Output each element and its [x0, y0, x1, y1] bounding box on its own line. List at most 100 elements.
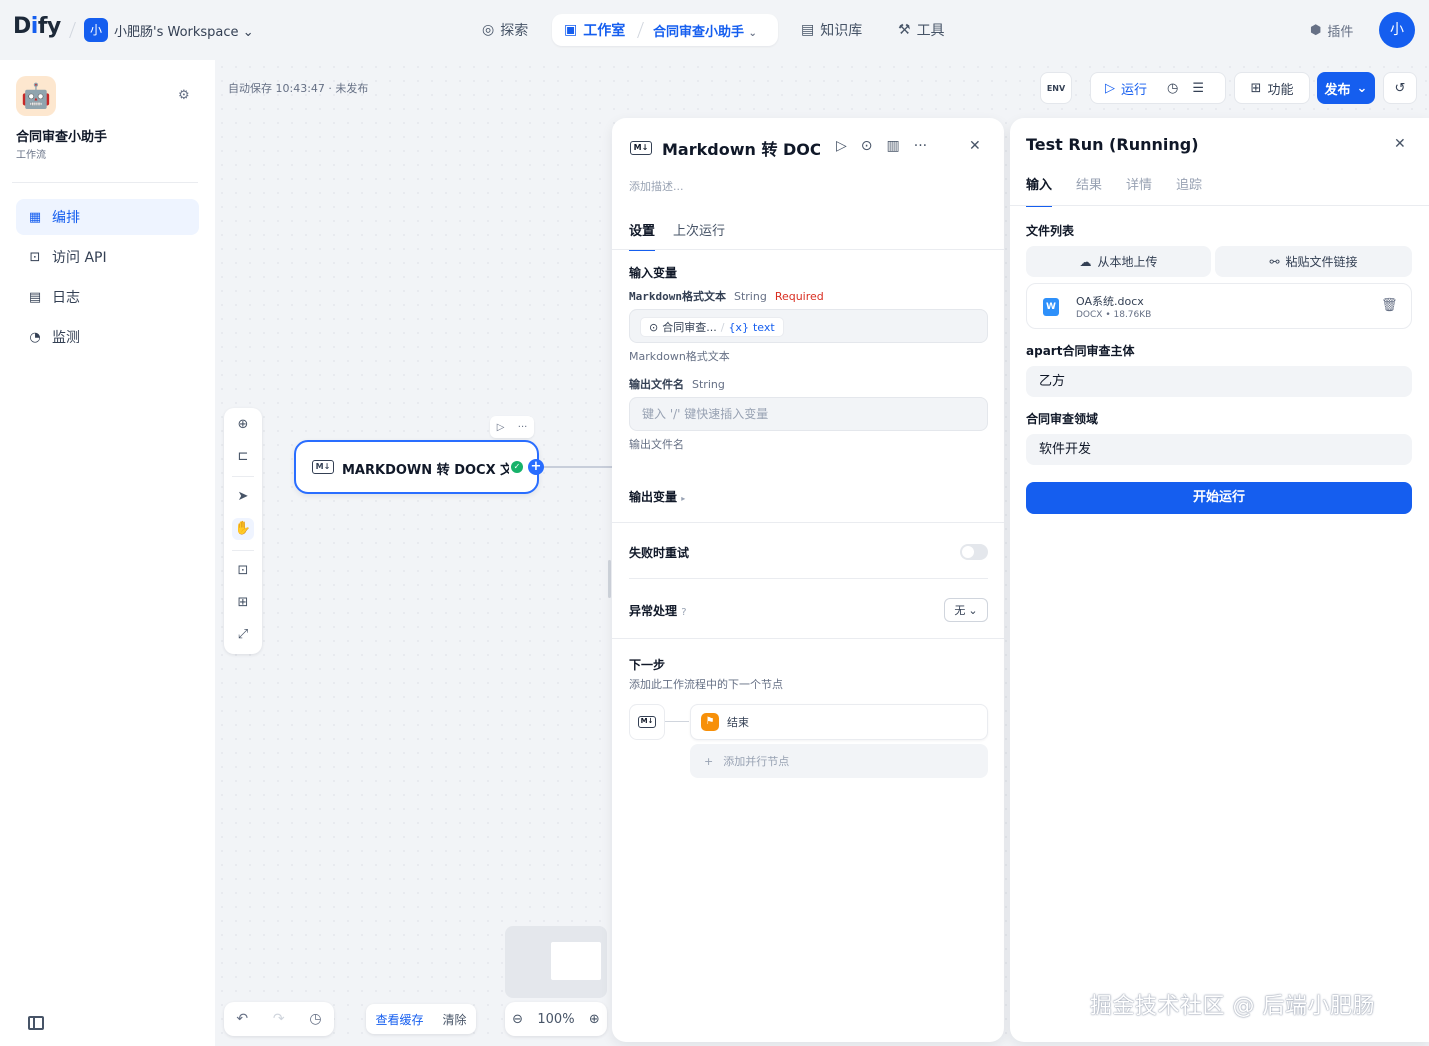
features-button[interactable]: ⊞ 功能	[1234, 72, 1310, 104]
zoom-in-icon[interactable]: ⊕	[589, 1012, 600, 1027]
grid-icon: ⊞	[1250, 80, 1262, 96]
paste-link-button[interactable]: ⚯ 粘贴文件链接	[1215, 246, 1412, 277]
redo-icon[interactable]: ↷	[273, 1011, 285, 1027]
sidebar-item-logs[interactable]: ▤ 日志	[16, 279, 199, 315]
zoom-level[interactable]: 100%	[537, 1012, 574, 1027]
plugins-button[interactable]: ⬢ 插件	[1310, 21, 1353, 40]
minimap[interactable]	[505, 926, 607, 998]
zoom-controls: ⊖ 100% ⊕	[505, 1002, 607, 1036]
sidebar-collapse-icon[interactable]	[28, 1016, 44, 1030]
trash-icon[interactable]: 🗑	[1381, 298, 1398, 313]
retry-toggle[interactable]	[960, 544, 988, 560]
test-run-panel: Test Run (Running) ✕ 输入 结果 详情 追踪 文件列表 ☁ 从…	[1010, 118, 1429, 1042]
version-history-icon[interactable]: ↺	[1383, 72, 1417, 104]
history-check-icon[interactable]: ◷	[1167, 81, 1178, 96]
plus-icon: +	[704, 754, 714, 768]
party-input[interactable]: 乙方	[1026, 366, 1412, 397]
tab-settings[interactable]: 设置	[629, 220, 656, 251]
nav-knowledge[interactable]: ▤ 知识库	[801, 20, 862, 40]
publish-button[interactable]: 发布 ⌄	[1317, 72, 1375, 104]
markdown-var-input[interactable]: ⊙ 合同审查... / {x} text	[629, 309, 988, 343]
play-icon[interactable]: ▷	[497, 422, 505, 433]
domain-input[interactable]: 软件开发	[1026, 434, 1412, 465]
tab-last-run[interactable]: 上次运行	[673, 220, 725, 251]
chevron-down-icon: ⌄	[968, 603, 978, 617]
sidebar-item-orchestrate[interactable]: ▦ 编排	[16, 199, 199, 235]
more-icon[interactable]: ···	[914, 138, 927, 154]
domain-label: 合同审查领域	[1026, 412, 1099, 426]
upload-local-button[interactable]: ☁ 从本地上传	[1026, 246, 1211, 277]
clear-cache-button[interactable]: 清除	[442, 1011, 466, 1028]
undo-icon[interactable]: ↶	[236, 1011, 248, 1027]
output-vars-toggle[interactable]: 输出变量 ▸	[629, 488, 685, 505]
nav-explore[interactable]: ◎ 探索	[482, 20, 528, 40]
file-list-label: 文件列表	[1026, 224, 1075, 238]
word-file-icon: W	[1043, 298, 1059, 316]
error-handling-label: 异常处理 ?	[629, 604, 687, 618]
nav-app-switcher[interactable]: 合同审查小助手 ⌄	[653, 21, 757, 40]
run-toolbar: ▷ 运行 ◷ ☰	[1090, 72, 1226, 104]
next-step-desc: 添加此工作流程中的下一个节点	[629, 678, 783, 691]
tab-result[interactable]: 结果	[1076, 174, 1102, 207]
description-input[interactable]: 添加描述...	[629, 178, 684, 194]
play-icon[interactable]: ▷	[836, 138, 847, 154]
settings-sliders-icon[interactable]: ⚙	[178, 88, 190, 103]
more-icon[interactable]: ···	[518, 422, 528, 433]
minimap-viewport	[551, 942, 601, 980]
check-icon: ✓	[511, 461, 523, 473]
add-note-icon[interactable]: ⊏	[232, 446, 254, 468]
sidebar-item-monitor[interactable]: ◔ 监测	[16, 319, 199, 355]
node-settings-panel: M↓ Markdown 转 DOCX 文件 ▷ ⊙ ▥ ··· ✕ 添加描述..…	[612, 118, 1004, 1042]
log-icon: ▤	[28, 289, 42, 305]
dify-logo[interactable]: Dify	[13, 14, 61, 39]
hand-icon[interactable]: ✋	[232, 518, 254, 540]
file-meta: DOCX • 18.76KB	[1076, 310, 1152, 320]
retry-label: 失败时重试	[629, 546, 690, 560]
tab-trace[interactable]: 追踪	[1176, 174, 1202, 207]
node-icon: ⊙	[649, 320, 659, 334]
zoom-out-icon[interactable]: ⊖	[512, 1012, 523, 1027]
top-bar: Dify 小 小肥肠's Workspace ⌄ ◎ 探索 ▣ 工作室 合同审查小助…	[0, 0, 1429, 60]
user-avatar[interactable]: 小	[1379, 12, 1415, 48]
node-panel-tabs: 设置 上次运行	[629, 220, 725, 251]
workspace-switcher[interactable]: 小肥肠's Workspace ⌄	[114, 21, 254, 40]
env-button[interactable]: ENV	[1040, 72, 1072, 104]
nav-studio[interactable]: ▣ 工作室	[564, 20, 625, 40]
close-icon[interactable]: ✕	[1394, 136, 1406, 152]
connector-line	[665, 721, 689, 722]
tab-input[interactable]: 输入	[1026, 174, 1053, 207]
info-icon[interactable]: ⊙	[861, 138, 873, 154]
book-open-icon[interactable]: ▥	[887, 138, 900, 154]
maximize-icon[interactable]: ⤢	[232, 624, 254, 646]
help-icon[interactable]: ?	[681, 607, 686, 618]
next-node-end[interactable]: ⚑ 结束	[690, 704, 988, 740]
nav-tools[interactable]: ⚒ 工具	[898, 20, 945, 40]
error-handling-select[interactable]: 无 ⌄	[944, 598, 988, 622]
variable-chip[interactable]: ⊙ 合同审查... / {x} text	[640, 317, 784, 337]
filename-input[interactable]: 键入 '/' 键快速插入变量	[629, 397, 988, 431]
add-parallel-node-button[interactable]: + 添加并行节点	[690, 744, 988, 778]
workspace-avatar[interactable]: 小	[84, 18, 108, 42]
play-icon[interactable]: ▷	[1105, 81, 1115, 96]
chevron-down-icon: ⌄	[1356, 80, 1368, 96]
chevron-right-icon: ▸	[681, 494, 686, 503]
node-quick-actions: ▷ ···	[490, 416, 534, 438]
workflow-node-markdown-to-docx[interactable]: M↓ MARKDOWN 转 DOCX 文件 ✓	[294, 440, 539, 494]
sidebar-item-api[interactable]: ⊡ 访问 API	[16, 239, 199, 275]
organize-blocks-icon[interactable]: ⊞	[232, 592, 254, 614]
run-button[interactable]: 运行	[1121, 79, 1147, 98]
export-image-icon[interactable]: ⊡	[232, 560, 254, 582]
hammer-icon: ⚒	[898, 22, 911, 38]
view-cache-button[interactable]: 查看缓存	[375, 1011, 423, 1028]
divider	[1010, 205, 1429, 206]
add-next-node-icon[interactable]: +	[528, 459, 544, 475]
history-icon[interactable]: ◷	[309, 1011, 321, 1027]
node-panel-title[interactable]: Markdown 转 DOCX 文件	[662, 136, 820, 160]
checklist-icon[interactable]: ☰	[1192, 81, 1204, 96]
pointer-icon[interactable]: ➤	[232, 486, 254, 508]
add-node-icon[interactable]: ⊕	[232, 414, 254, 436]
tab-detail[interactable]: 详情	[1126, 174, 1152, 207]
panel-resize-handle[interactable]	[608, 560, 611, 598]
close-icon[interactable]: ✕	[969, 138, 981, 154]
start-run-button[interactable]: 开始运行	[1026, 482, 1412, 514]
